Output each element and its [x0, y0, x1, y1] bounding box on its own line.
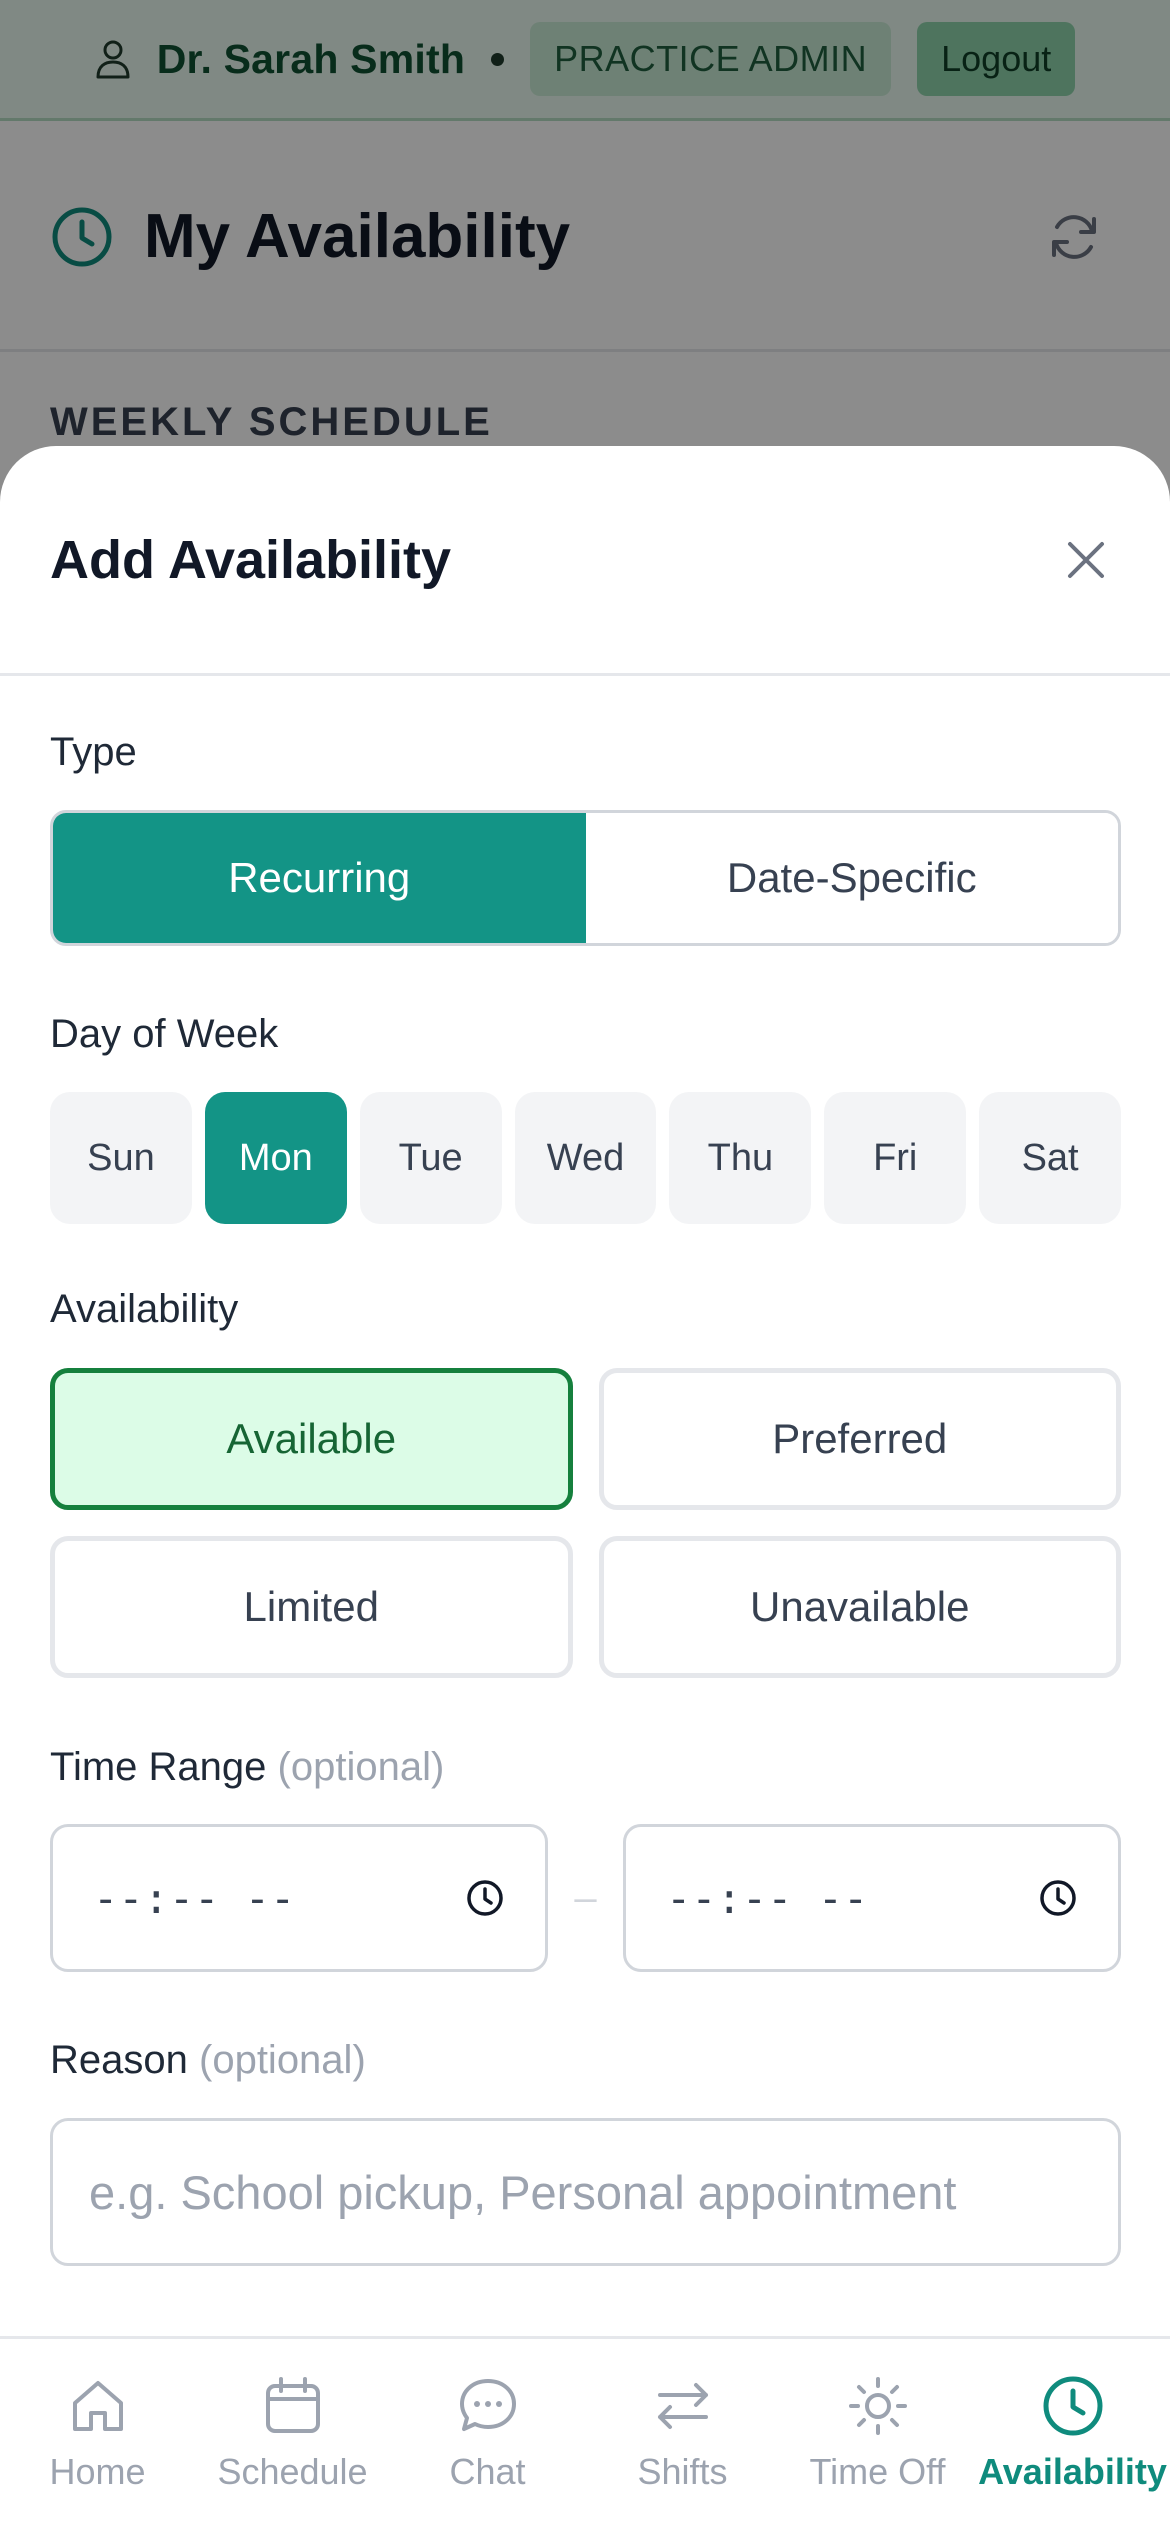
clock-icon[interactable] — [1038, 1878, 1078, 1918]
sun-icon — [848, 2377, 907, 2435]
start-time-input[interactable]: --:-- -- — [50, 1824, 548, 1972]
day-sat-button[interactable]: Sat — [979, 1092, 1122, 1224]
calendar-icon — [265, 2377, 320, 2433]
sheet-header: Add Availability — [0, 446, 1170, 676]
nav-label: Shifts — [637, 2451, 728, 2492]
end-time-value: --:-- -- — [666, 1873, 869, 1923]
nav-item-shifts[interactable]: Shifts — [585, 2339, 780, 2532]
nav-label: Home — [49, 2451, 146, 2492]
time-separator: – — [574, 1875, 597, 1920]
time-range-label: Time Range (optional) — [50, 1745, 444, 1790]
day-wed-button[interactable]: Wed — [514, 1092, 657, 1224]
availability-label: Availability — [50, 1287, 239, 1331]
day-fri-button[interactable]: Fri — [824, 1092, 967, 1224]
close-button[interactable] — [1056, 530, 1116, 590]
day-thu-button[interactable]: Thu — [669, 1092, 812, 1224]
nav-item-availability[interactable]: Availability — [975, 2339, 1170, 2532]
time-range-label-text: Time Range — [50, 1745, 267, 1789]
close-icon — [1068, 541, 1104, 578]
availability-preferred-button[interactable]: Preferred — [598, 1368, 1121, 1510]
bottom-nav: Home Schedule Chat Shifts Time Off Avail… — [0, 2336, 1170, 2532]
swap-icon — [657, 2383, 708, 2429]
type-segmented-control: Recurring Date-Specific — [50, 810, 1121, 946]
type-label: Type — [50, 730, 137, 774]
nav-item-schedule[interactable]: Schedule — [195, 2339, 390, 2532]
reason-label: Reason (optional) — [50, 2038, 366, 2083]
nav-label: Availability — [978, 2451, 1167, 2492]
clock-icon[interactable] — [465, 1878, 505, 1918]
availability-unavailable-button[interactable]: Unavailable — [598, 1536, 1121, 1678]
clock-icon — [1043, 2376, 1102, 2436]
day-sun-button[interactable]: Sun — [50, 1092, 192, 1224]
reason-input[interactable] — [50, 2118, 1121, 2266]
nav-item-chat[interactable]: Chat — [390, 2339, 585, 2532]
type-date-specific-button[interactable]: Date-Specific — [585, 813, 1118, 943]
home-icon — [72, 2381, 123, 2431]
availability-options: Available Preferred Limited Unavailable — [50, 1368, 1121, 1678]
time-range-row: --:-- -- – --:-- -- — [50, 1824, 1121, 1972]
optional-hint: (optional) — [277, 1745, 445, 1789]
chat-icon — [459, 2379, 516, 2431]
day-of-week-picker: Sun Mon Tue Wed Thu Fri Sat — [50, 1092, 1122, 1224]
availability-limited-button[interactable]: Limited — [50, 1536, 573, 1678]
sheet-title: Add Availability — [50, 529, 452, 590]
start-time-value: --:-- -- — [93, 1873, 296, 1923]
day-of-week-label: Day of Week — [50, 1012, 279, 1056]
nav-item-home[interactable]: Home — [0, 2339, 195, 2532]
type-recurring-button[interactable]: Recurring — [53, 813, 586, 943]
nav-label: Schedule — [217, 2451, 368, 2492]
reason-label-text: Reason — [50, 2038, 188, 2082]
day-mon-button[interactable]: Mon — [204, 1092, 347, 1224]
end-time-input[interactable]: --:-- -- — [623, 1824, 1121, 1972]
nav-label: Chat — [449, 2451, 526, 2492]
nav-item-time-off[interactable]: Time Off — [780, 2339, 975, 2532]
day-tue-button[interactable]: Tue — [359, 1092, 502, 1224]
availability-available-button[interactable]: Available — [50, 1368, 573, 1510]
optional-hint: (optional) — [199, 2038, 366, 2082]
nav-label: Time Off — [809, 2451, 946, 2492]
